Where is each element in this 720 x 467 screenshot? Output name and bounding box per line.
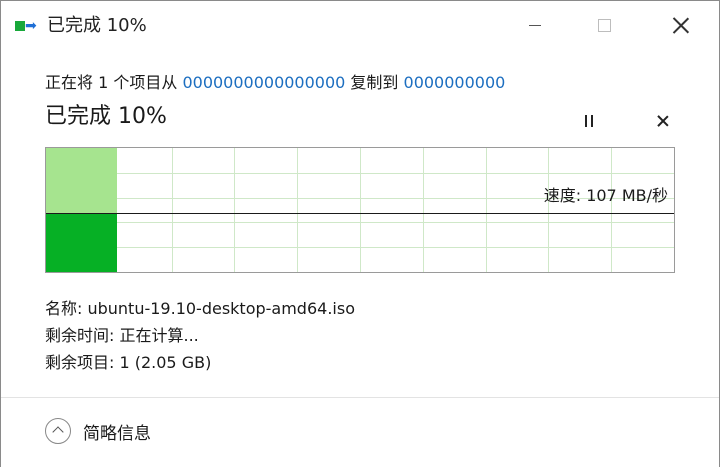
fewer-details-label: 简略信息 bbox=[83, 423, 151, 444]
file-name: 名称: ubuntu-19.10-desktop-amd64.iso bbox=[45, 299, 355, 318]
cancel-button[interactable] bbox=[651, 109, 675, 133]
fewer-details-toggle[interactable]: 简略信息 bbox=[45, 418, 151, 444]
copy-description: 正在将 1 个项目从 0000000000000000 复制到 00000000… bbox=[45, 73, 505, 93]
time-remaining: 剩余时间: 正在计算... bbox=[45, 326, 199, 345]
destination-folder-link[interactable]: 0000000000 bbox=[404, 73, 506, 92]
maximize-button[interactable] bbox=[581, 1, 627, 49]
transfer-speed-graph: 速度: 107 MB/秒 bbox=[45, 147, 675, 273]
maximize-icon bbox=[597, 18, 611, 32]
close-icon bbox=[673, 17, 689, 33]
grid-line-vertical bbox=[486, 148, 487, 272]
grid-line-vertical bbox=[423, 148, 424, 272]
grid-line-vertical bbox=[360, 148, 361, 272]
chevron-up-icon bbox=[45, 418, 71, 444]
source-folder-link[interactable]: 0000000000000000 bbox=[182, 73, 345, 92]
copy-prefix: 正在将 1 个项目从 bbox=[45, 73, 183, 92]
speed-area bbox=[46, 214, 117, 272]
transfer-details: 名称: ubuntu-19.10-desktop-amd64.iso 剩余时间:… bbox=[45, 295, 355, 376]
footer: 简略信息 bbox=[1, 397, 719, 467]
grid-line-vertical bbox=[548, 148, 549, 272]
grid-line-vertical bbox=[611, 148, 612, 272]
grid-line-vertical bbox=[297, 148, 298, 272]
close-button[interactable] bbox=[658, 1, 704, 49]
grid-line-vertical bbox=[234, 148, 235, 272]
items-remaining: 剩余项目: 1 (2.05 GB) bbox=[45, 353, 212, 372]
pause-icon bbox=[585, 115, 593, 127]
speed-line bbox=[46, 213, 674, 214]
window-title: 已完成 10% bbox=[47, 15, 147, 36]
file-copy-icon: ➡ bbox=[15, 19, 39, 33]
copy-progress-dialog: ➡ 已完成 10% 正在将 1 个项目从 0000000000000000 复制… bbox=[0, 0, 720, 467]
grid-line-vertical bbox=[172, 148, 173, 272]
minimize-button[interactable] bbox=[512, 1, 558, 49]
minimize-icon bbox=[529, 24, 541, 26]
speed-label: 速度: 107 MB/秒 bbox=[543, 186, 668, 205]
copy-middle: 复制到 bbox=[345, 73, 404, 92]
title-bar: ➡ 已完成 10% bbox=[1, 1, 719, 51]
progress-heading: 已完成 10% bbox=[45, 104, 167, 129]
pause-button[interactable] bbox=[577, 109, 601, 133]
